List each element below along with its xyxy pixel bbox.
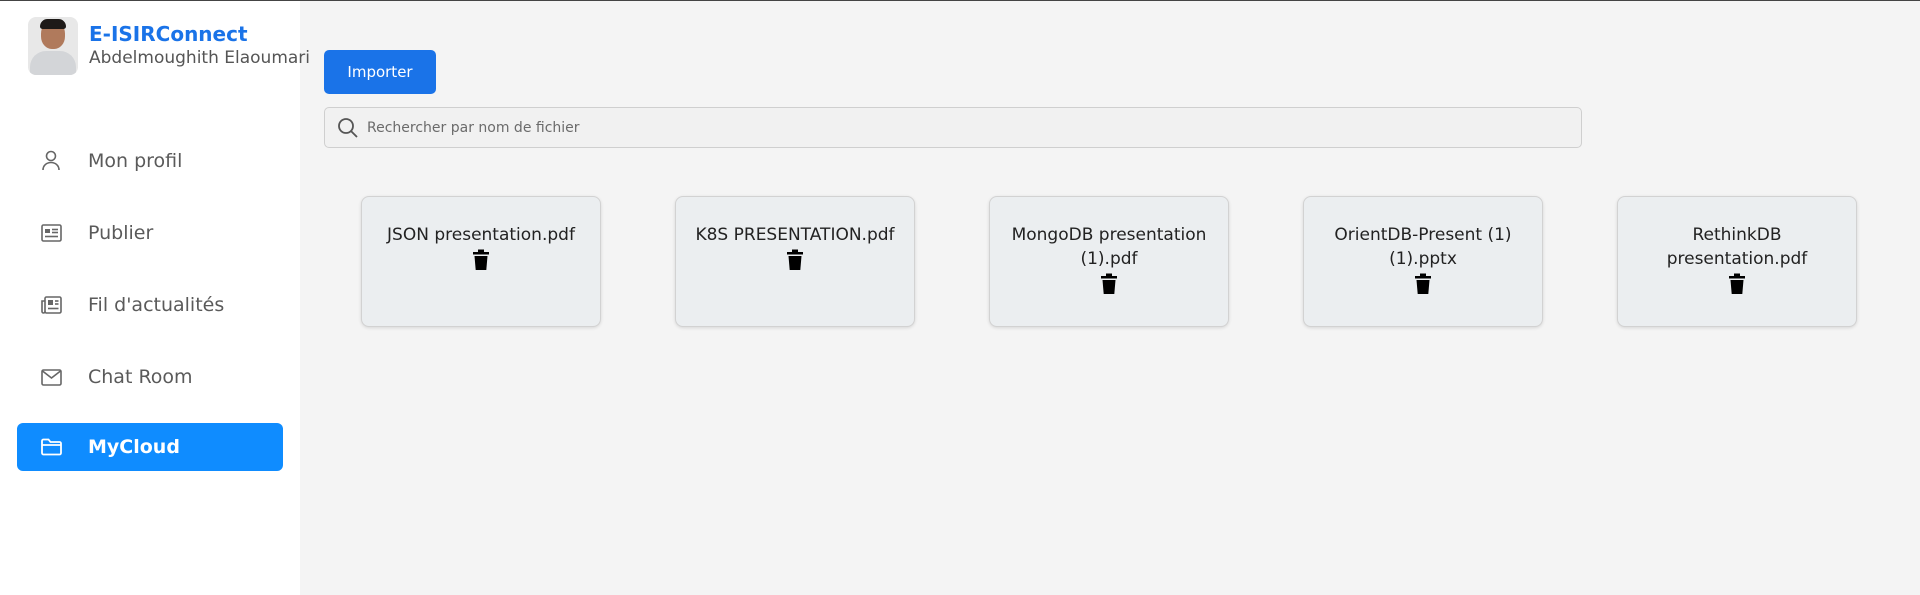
file-name: OrientDB-Present (1) (1).pptx bbox=[1334, 225, 1512, 269]
trash-icon[interactable] bbox=[472, 249, 490, 271]
trash-icon[interactable] bbox=[1414, 273, 1432, 295]
sidebar: E-ISIRConnect Abdelmoughith Elaoumari Mo… bbox=[0, 1, 310, 595]
search-icon bbox=[337, 117, 359, 139]
user-name: Abdelmoughith Elaoumari bbox=[89, 48, 311, 68]
sidebar-item-label: MyCloud bbox=[88, 436, 180, 458]
newspaper-icon bbox=[39, 221, 63, 245]
main-content: Importer JSON presentation.pdf K8S PRESE… bbox=[300, 1, 1920, 595]
feed-icon bbox=[39, 293, 63, 317]
mail-icon bbox=[39, 365, 63, 389]
user-icon bbox=[39, 149, 63, 173]
file-card[interactable]: OrientDB-Present (1) (1).pptx bbox=[1303, 196, 1543, 327]
sidebar-item-fil-actualites[interactable]: Fil d'actualités bbox=[17, 281, 283, 329]
sidebar-item-chat-room[interactable]: Chat Room bbox=[17, 353, 283, 401]
search-input[interactable] bbox=[367, 119, 1567, 136]
file-card[interactable]: JSON presentation.pdf bbox=[361, 196, 601, 327]
sidebar-item-label: Chat Room bbox=[88, 366, 193, 388]
trash-icon[interactable] bbox=[1728, 273, 1746, 295]
trash-icon[interactable] bbox=[1100, 273, 1118, 295]
file-card[interactable]: RethinkDB presentation.pdf bbox=[1617, 196, 1857, 327]
sidebar-item-mycloud[interactable]: MyCloud bbox=[17, 423, 283, 471]
file-name: JSON presentation.pdf bbox=[387, 225, 575, 245]
sidebar-item-label: Mon profil bbox=[88, 150, 183, 172]
app-name: E-ISIRConnect bbox=[89, 22, 248, 46]
file-name: K8S PRESENTATION.pdf bbox=[695, 225, 895, 245]
sidebar-item-label: Fil d'actualités bbox=[88, 294, 225, 316]
folder-icon bbox=[39, 435, 63, 459]
sidebar-item-mon-profil[interactable]: Mon profil bbox=[17, 137, 283, 185]
file-card[interactable]: MongoDB presentation (1).pdf bbox=[989, 196, 1229, 327]
avatar bbox=[28, 17, 78, 75]
file-name: MongoDB presentation (1).pdf bbox=[1011, 225, 1207, 269]
import-button[interactable]: Importer bbox=[324, 50, 436, 94]
trash-icon[interactable] bbox=[786, 249, 804, 271]
sidebar-item-publier[interactable]: Publier bbox=[17, 209, 283, 257]
file-name: RethinkDB presentation.pdf bbox=[1666, 225, 1808, 269]
file-card[interactable]: K8S PRESENTATION.pdf bbox=[675, 196, 915, 327]
profile-header: E-ISIRConnect Abdelmoughith Elaoumari bbox=[28, 17, 318, 77]
sidebar-item-label: Publier bbox=[88, 222, 154, 244]
search-bar bbox=[324, 107, 1582, 148]
